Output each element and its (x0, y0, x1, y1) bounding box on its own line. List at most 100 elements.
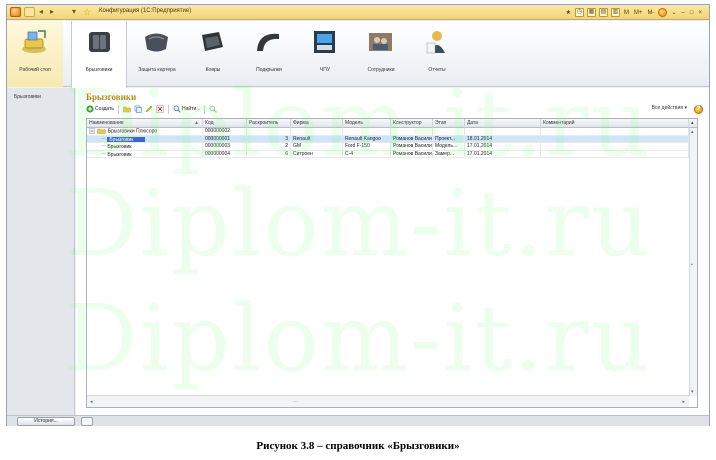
minimize-icon[interactable]: – (681, 10, 686, 16)
crankcase-guard-icon (145, 33, 168, 52)
table-header: Наименование ▲ Код Раскроитель Фирма Моде… (87, 119, 697, 128)
cell-name-text: Брызговик (107, 136, 146, 143)
figure-caption: Рисунок 3.8 – справочник «Брызговики» (256, 440, 460, 452)
section-carpets[interactable]: Ковры (185, 21, 241, 87)
column-header-name[interactable]: Наименование ▲ (87, 119, 203, 128)
item-dash-icon: — (101, 143, 106, 149)
cell-firm: Ситроен (291, 150, 343, 158)
column-header-cutter[interactable]: Раскроитель (247, 119, 291, 128)
cell-code: 000000004 (203, 150, 247, 158)
horizontal-scrollbar[interactable]: ◂ ⋯ ▸ (87, 395, 689, 407)
calendar-icon[interactable]: ▦ (586, 8, 596, 17)
section-desktop[interactable]: Рабочий стол (7, 21, 63, 87)
info-icon[interactable] (658, 8, 668, 17)
help-icon[interactable]: ? (694, 105, 703, 114)
separator (168, 104, 170, 114)
delete-mark-icon[interactable] (156, 105, 164, 113)
forward-arrow-icon[interactable]: ▸ (50, 7, 54, 17)
section-label: Защита картера (138, 67, 176, 73)
edit-icon[interactable] (145, 105, 153, 113)
table-row[interactable]: Брызговики Плюсоро 000000002 (87, 128, 689, 136)
create-folder-icon[interactable] (123, 105, 131, 113)
cnc-machine-icon (314, 31, 335, 53)
find-label: Найти... (182, 106, 201, 112)
cancel-search-icon[interactable] (209, 105, 218, 113)
close-icon[interactable]: × (697, 10, 703, 16)
table-body: Брызговики Плюсоро 000000002 — Брызговик (87, 128, 689, 396)
vertical-scrollbar[interactable]: ▴ ▪ ▾ (689, 128, 697, 396)
scroll-thumb-icon[interactable]: ▪ (691, 262, 693, 268)
section-fender-liners[interactable]: Подкрылки (241, 21, 297, 87)
favorites-star-icon[interactable]: ☆ (83, 7, 91, 17)
history-button[interactable]: История... (17, 417, 75, 426)
maximize-icon[interactable]: □ (689, 10, 695, 16)
favorites-icon[interactable]: ★ (565, 9, 572, 16)
dropdown-arrow-icon[interactable]: ▾ (72, 7, 76, 17)
copy-icon[interactable] (134, 105, 142, 113)
column-header-stage[interactable]: Этап (433, 119, 465, 128)
scroll-left-icon[interactable]: ◂ (90, 399, 93, 405)
create-button[interactable]: Создать (86, 105, 114, 113)
section-cnc[interactable]: ЧПУ (297, 21, 353, 87)
section-mudflaps[interactable]: Брызговики (71, 21, 127, 88)
memory-plus-button[interactable]: M+ (633, 10, 644, 16)
memory-button[interactable]: M (623, 10, 630, 16)
column-header-designer[interactable]: Конструктор (391, 119, 433, 128)
search-icon (173, 105, 181, 113)
cell-code: 000000002 (203, 128, 247, 136)
cell-name-text: Брызговик (107, 151, 132, 158)
clipboard-icon[interactable]: ▥ (610, 8, 620, 17)
command-bar: Создать Найти... (86, 103, 698, 115)
minimize-window-icon[interactable] (24, 7, 35, 17)
list-table: Наименование ▲ Код Раскроитель Фирма Моде… (86, 118, 698, 408)
back-arrow-icon[interactable]: ◂ (39, 7, 43, 17)
column-header-model[interactable]: Модель (343, 119, 391, 128)
calculator-icon[interactable]: ▤ (598, 8, 608, 17)
separator (204, 104, 206, 114)
find-button[interactable]: Найти... (173, 105, 200, 113)
section-reports[interactable]: Отчеты (409, 21, 465, 87)
cell-date: 17.01.2014 (465, 143, 541, 151)
section-crankcase-guard[interactable]: Защита картера (129, 21, 185, 87)
cell-date: 17.01.2014 (465, 150, 541, 158)
app-window: ◂ ▸ ▾ ☆ Конфигурация (1С:Предприятие) ★ … (6, 4, 710, 426)
section-label: Рабочий стол (19, 67, 51, 73)
scroll-down-icon[interactable]: ▾ (691, 389, 694, 395)
cell-stage: Проект... (433, 135, 465, 143)
app-menu-icon[interactable] (10, 7, 21, 17)
scroll-thumb-grip-icon[interactable]: ⋯ (293, 399, 298, 405)
scroll-up-icon[interactable]: ▴ (691, 129, 694, 135)
all-actions-label: Все действия (651, 105, 684, 111)
section-employees[interactable]: Сотрудники (353, 21, 409, 87)
section-label: Отчеты (428, 67, 446, 73)
history-icon[interactable]: ◷ (574, 8, 584, 17)
cell-designer: Романов Василий (391, 135, 433, 143)
memory-minus-button[interactable]: M- (646, 10, 655, 16)
nav-item-mudflaps[interactable]: Брызговики (14, 94, 41, 100)
cell-cutter: 3 (247, 135, 291, 143)
open-windows-icon[interactable] (81, 417, 93, 426)
collapse-icon[interactable] (89, 128, 96, 134)
cell-name-text: Брызговики Плюсоро (107, 128, 158, 135)
all-actions-menu[interactable]: Все действия ▾ (652, 105, 687, 111)
desktop-icon (22, 30, 46, 53)
mudflap-icon (89, 32, 110, 52)
cell-stage: Замер... (433, 150, 465, 158)
status-bar: История... (7, 415, 709, 426)
column-header-date[interactable]: Дата (465, 119, 541, 128)
cell-designer: Романов Василий (391, 150, 433, 158)
section-label: Брызговики (85, 67, 113, 73)
column-header-firm[interactable]: Фирма (291, 119, 343, 128)
column-settings-icon[interactable]: ▴ (689, 119, 697, 128)
table-row[interactable]: — Брызговик 000000003 2 GM Ford F-150 Ро… (87, 143, 689, 151)
cell-name: Брызговики Плюсоро (87, 128, 203, 136)
column-header-code[interactable]: Код (203, 119, 247, 128)
column-header-label: Наименование (89, 120, 124, 126)
chevron-down-icon[interactable]: ⌄ (670, 9, 677, 16)
cell-comment (541, 143, 689, 151)
table-row[interactable]: — Брызговик 000000001 3 Renault Renault … (87, 135, 689, 143)
table-row[interactable]: — Брызговик 000000004 6 Ситроен C-4 Рома… (87, 150, 689, 158)
item-dash-icon: — (101, 135, 106, 142)
column-header-comment[interactable]: Комментарий (541, 119, 689, 128)
scroll-right-icon[interactable]: ▸ (682, 399, 685, 405)
